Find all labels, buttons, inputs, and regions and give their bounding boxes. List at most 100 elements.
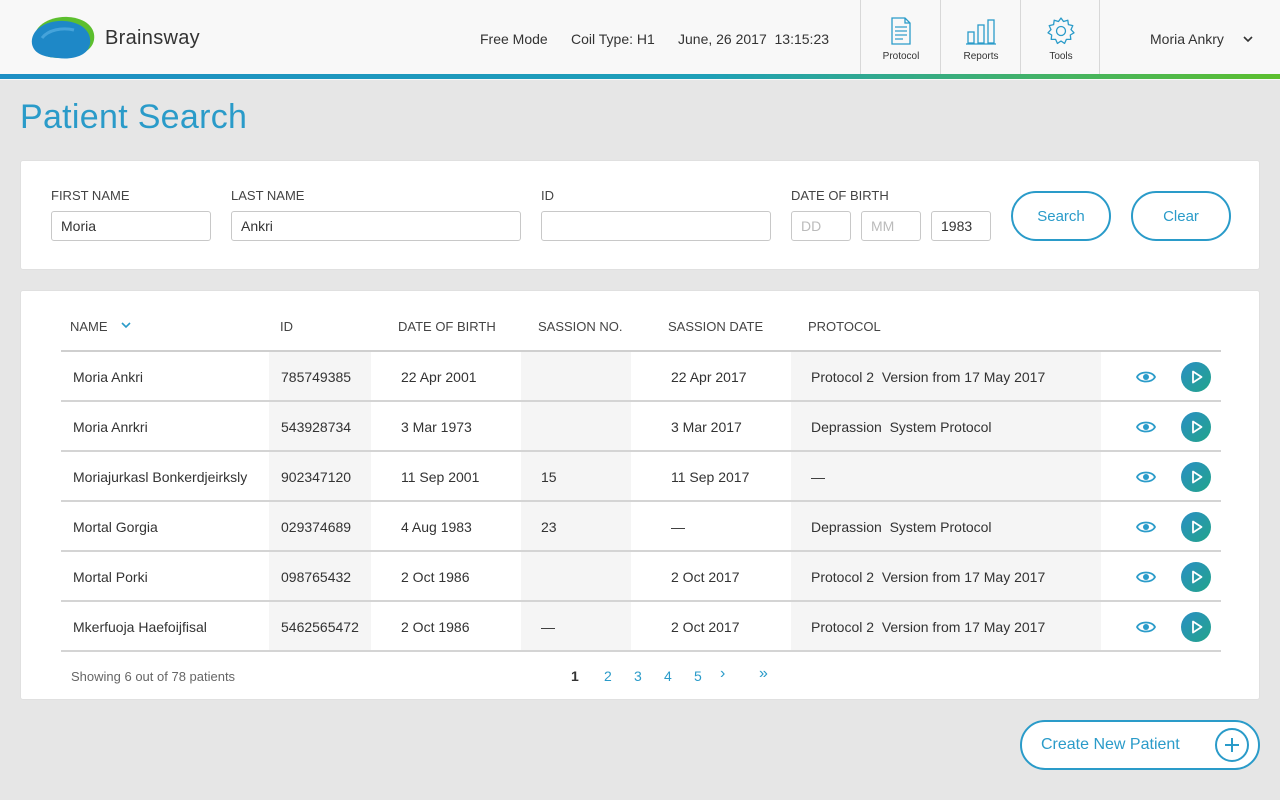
clear-button[interactable]: Clear xyxy=(1131,191,1231,241)
results-panel: NAME ID DATE OF BIRTH SASSION NO. SASSIO… xyxy=(20,290,1260,700)
bar-chart-icon xyxy=(966,19,996,45)
gear-icon xyxy=(1047,17,1075,45)
play-icon xyxy=(1192,370,1203,384)
cell-session-date: 22 Apr 2017 xyxy=(671,369,747,385)
col-header-dob: DATE OF BIRTH xyxy=(398,319,496,334)
sort-chevron-down-icon[interactable] xyxy=(120,320,132,330)
nav-reports-button[interactable]: Reports xyxy=(940,0,1020,74)
table-row[interactable]: Moriajurkasl Bonkerdjeirksly 902347120 11 … xyxy=(61,452,1221,502)
document-icon xyxy=(891,17,911,45)
results-count: Showing 6 out of 78 patients xyxy=(71,669,236,684)
col-header-name[interactable]: NAME xyxy=(70,319,108,334)
cell-id: 543928734 xyxy=(281,419,352,435)
header-gradient-bar xyxy=(0,74,1280,79)
dob-year-input[interactable] xyxy=(931,211,991,241)
cell-session-date: 2 Oct 2017 xyxy=(671,619,740,635)
start-session-button[interactable] xyxy=(1181,562,1211,592)
table-row[interactable]: Mkerfuoja Haefoijfisal 5462565472 2 Oct 19… xyxy=(61,602,1221,652)
cell-protocol: Protocol 2 Version from 17 May 2017 xyxy=(811,369,1046,385)
view-eye-icon[interactable] xyxy=(1136,567,1156,587)
cell-session-date: — xyxy=(671,519,685,535)
coil-type-label: Coil Type: H1 xyxy=(571,31,655,47)
dob-label: DATE OF BIRTH xyxy=(791,188,889,203)
cell-id: 785749385 xyxy=(281,369,352,385)
cell-name: Mkerfuoja Haefoijfisal xyxy=(73,619,207,635)
table-row[interactable]: Moria Anrkri 543928734 3 Mar 1973 3 Mar 201… xyxy=(61,402,1221,452)
nav-tools-label: Tools xyxy=(1049,51,1073,62)
page-3-link[interactable]: 3 xyxy=(634,668,642,684)
page-2-link[interactable]: 2 xyxy=(604,668,612,684)
play-icon xyxy=(1192,620,1203,634)
datetime-label: June, 26 2017 13:15:23 xyxy=(678,31,830,47)
view-eye-icon[interactable] xyxy=(1136,417,1156,437)
page-5-link[interactable]: 5 xyxy=(694,668,702,684)
cell-id: 5462565472 xyxy=(281,619,359,635)
view-eye-icon[interactable] xyxy=(1136,367,1156,387)
cell-protocol: — xyxy=(811,469,825,485)
start-session-button[interactable] xyxy=(1181,462,1211,492)
table-row[interactable]: Mortal Porki 098765432 2 Oct 1986 2 Oct 201… xyxy=(61,552,1221,602)
cell-dob: 2 Oct 1986 xyxy=(401,619,470,635)
cell-protocol: Protocol 2 Version from 17 May 2017 xyxy=(811,569,1046,585)
cell-session-no: 15 xyxy=(541,469,557,485)
start-session-button[interactable] xyxy=(1181,412,1211,442)
cell-name: Moria Anrkri xyxy=(73,419,148,435)
nav-protocol-label: Protocol xyxy=(882,51,920,62)
cell-id: 029374689 xyxy=(281,519,352,535)
chevron-down-icon[interactable] xyxy=(1242,33,1254,45)
table-row[interactable]: Mortal Gorgia 029374689 4 Aug 1983 23 — Depra… xyxy=(61,502,1221,552)
view-eye-icon[interactable] xyxy=(1136,517,1156,537)
id-input[interactable] xyxy=(541,211,771,241)
play-icon xyxy=(1192,470,1203,484)
view-eye-icon[interactable] xyxy=(1136,617,1156,637)
cell-session-date: 11 Sep 2017 xyxy=(671,469,750,485)
start-session-button[interactable] xyxy=(1181,512,1211,542)
app-header: Brainsway Free Mode Coil Type: H1 June, … xyxy=(0,0,1280,80)
last-name-label: LAST NAME xyxy=(231,188,305,203)
nav-reports-label: Reports xyxy=(963,51,999,62)
cell-protocol: Deprassion System Protocol xyxy=(811,419,992,435)
cell-dob: 22 Apr 2001 xyxy=(401,369,477,385)
cell-dob: 2 Oct 1986 xyxy=(401,569,470,585)
col-header-id: ID xyxy=(280,319,293,334)
cell-session-no: 23 xyxy=(541,519,557,535)
cell-name: Mortal Porki xyxy=(73,569,148,585)
page-4-link[interactable]: 4 xyxy=(664,668,672,684)
start-session-button[interactable] xyxy=(1181,612,1211,642)
cell-id: 098765432 xyxy=(281,569,352,585)
brand-name: Brainsway xyxy=(105,27,200,49)
col-header-session-no: SASSION NO. xyxy=(538,319,623,334)
search-panel: FIRST NAME LAST NAME ID DATE OF BIRTH Se… xyxy=(20,160,1260,270)
cell-name: Moriajurkasl Bonkerdjeirksly xyxy=(73,469,248,485)
dob-day-input[interactable] xyxy=(791,211,851,241)
cell-id: 902347120 xyxy=(281,469,352,485)
user-menu-name[interactable]: Moria Ankry xyxy=(1150,31,1224,47)
cell-name: Moria Ankri xyxy=(73,369,144,385)
last-name-input[interactable] xyxy=(231,211,521,241)
plus-icon xyxy=(1215,728,1249,762)
cell-session-date: 2 Oct 2017 xyxy=(671,569,740,585)
cell-dob: 3 Mar 1973 xyxy=(401,419,472,435)
cell-protocol: Deprassion System Protocol xyxy=(811,519,992,535)
play-icon xyxy=(1192,570,1203,584)
first-name-label: FIRST NAME xyxy=(51,188,130,203)
nav-tools-button[interactable]: Tools xyxy=(1020,0,1100,74)
col-header-protocol: PROTOCOL xyxy=(808,319,881,334)
cell-name: Mortal Gorgia xyxy=(73,519,158,535)
nav-protocol-button[interactable]: Protocol xyxy=(860,0,940,74)
last-page-icon[interactable]: » xyxy=(759,665,768,683)
start-session-button[interactable] xyxy=(1181,362,1211,392)
page-1-link[interactable]: 1 xyxy=(571,668,579,684)
play-icon xyxy=(1192,420,1203,434)
cell-session-no: — xyxy=(541,619,555,635)
view-eye-icon[interactable] xyxy=(1136,467,1156,487)
create-new-patient-button[interactable]: Create New Patient xyxy=(1020,720,1260,770)
col-header-session-date: SASSION DATE xyxy=(668,319,764,334)
dob-month-input[interactable] xyxy=(861,211,921,241)
cell-dob: 4 Aug 1983 xyxy=(401,519,472,535)
next-page-icon[interactable]: › xyxy=(720,665,725,683)
first-name-input[interactable] xyxy=(51,211,211,241)
search-button[interactable]: Search xyxy=(1011,191,1111,241)
play-icon xyxy=(1192,520,1203,534)
table-row[interactable]: Moria Ankri 785749385 22 Apr 2001 22 Apr 20… xyxy=(61,352,1221,402)
